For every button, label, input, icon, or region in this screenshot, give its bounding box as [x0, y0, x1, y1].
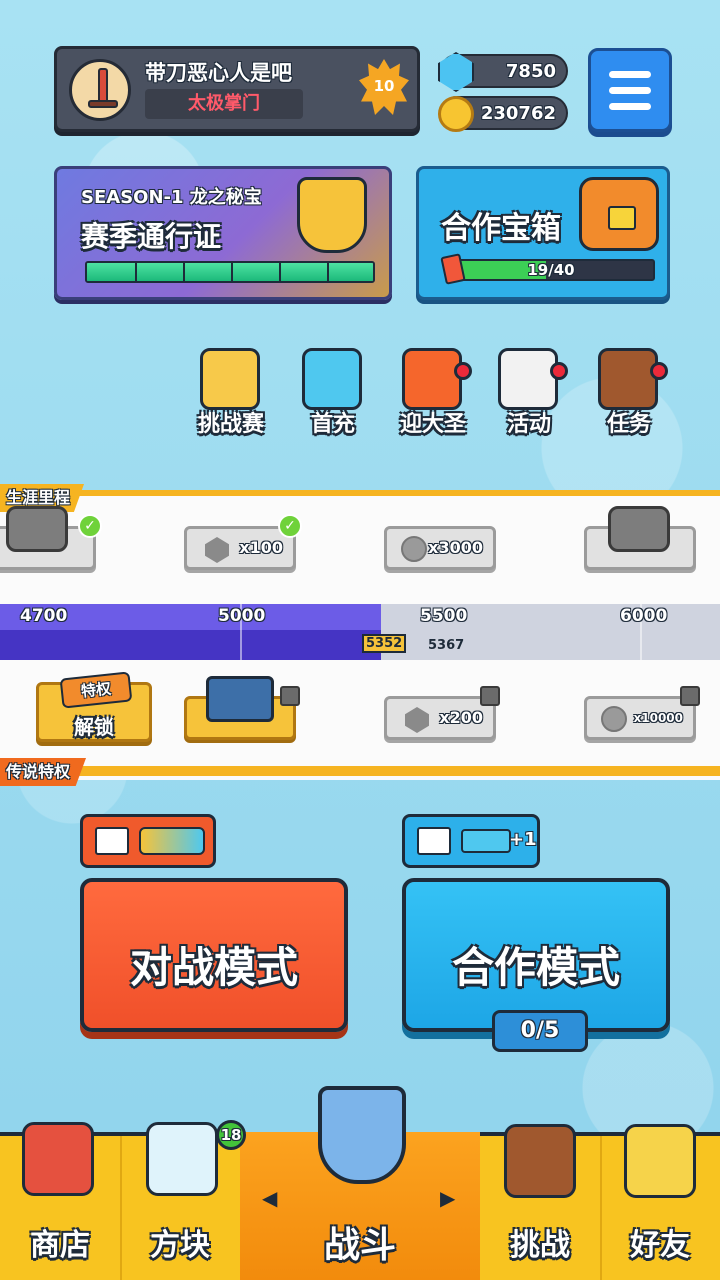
unlock-label: 解锁 [74, 715, 114, 739]
shop-icon [22, 1122, 94, 1196]
coop-reward-tag: +1 [402, 814, 540, 868]
nav-label: 方块 [150, 1228, 210, 1263]
avatar [69, 59, 131, 121]
podium-icon [200, 348, 260, 410]
coop-mode-label: 合作模式 [451, 943, 620, 992]
grey-chest-icon [6, 506, 68, 552]
gem-counter[interactable]: 7850 [438, 52, 568, 92]
activity-tasks[interactable]: 任务 [584, 348, 674, 438]
coin-count: 230762 [480, 103, 556, 124]
menu-button[interactable] [588, 48, 672, 132]
milestone-label: 6000 [620, 606, 668, 626]
gate-icon [402, 348, 462, 410]
coop-count: 0/5 [492, 1010, 588, 1052]
shield-sword-icon [318, 1086, 406, 1184]
battle-mode-label: 对战模式 [129, 943, 298, 992]
treasure-chest-icon [579, 177, 659, 251]
video-icon [417, 827, 451, 855]
season-title: 赛季通行证 [81, 220, 222, 253]
book-icon [598, 348, 658, 410]
friend-character-icon [624, 1124, 696, 1198]
coop-mode-button[interactable]: 合作模式 0/5 [402, 878, 670, 1052]
lock-icon [680, 686, 700, 706]
reward-slot-coin-3000[interactable]: x3000 [384, 526, 496, 570]
reward-amount: x3000 [428, 538, 483, 557]
gem-count: 7850 [505, 61, 556, 82]
legend-privilege-label: 传说特权 [0, 758, 87, 786]
current-score-marker: 5352 [362, 634, 407, 664]
notification-dot [650, 362, 668, 380]
nav-label: 商店 [30, 1228, 90, 1263]
video-icon [95, 827, 129, 855]
menu-icon [609, 71, 651, 78]
gem-icon [205, 537, 229, 563]
privilege-tag: 特权 [59, 671, 133, 709]
nav-label: 挑战 [510, 1228, 570, 1263]
coin-icon [601, 706, 627, 732]
reward-amount: x200 [439, 708, 483, 727]
milestone-label: 4700 [20, 606, 68, 626]
next-score-marker: 5367 [428, 638, 465, 653]
activity-label: 活动 [506, 412, 551, 437]
player-title: 太极掌门 [145, 89, 303, 119]
nav-label: 战斗 [323, 1225, 396, 1266]
coin-icon [438, 96, 474, 132]
reward-amount: x10000 [633, 711, 684, 725]
activity-challenge[interactable]: 挑战赛 [186, 348, 276, 438]
chest-progress-text: 19/40 [527, 261, 575, 279]
activity-events[interactable]: 活动 [484, 348, 574, 438]
player-name: 带刀恶心人是吧 [145, 61, 292, 85]
coin-counter[interactable]: 230762 [438, 96, 568, 132]
reward-amount: x100 [239, 538, 283, 557]
nav-challenge[interactable]: 挑战 [480, 1124, 600, 1280]
gift-icon [302, 348, 362, 410]
chevron-left-icon[interactable]: ◀ [262, 1186, 277, 1210]
activity-first-recharge[interactable]: 首充 [288, 348, 378, 438]
unlock-privilege-button[interactable]: 特权 解锁 [36, 671, 152, 742]
nav-friends[interactable]: 好友 [600, 1124, 720, 1280]
ticket-icon [461, 829, 511, 853]
lock-icon [480, 686, 500, 706]
activity-label: 挑战赛 [197, 412, 264, 437]
activity-label: 迎大圣 [399, 412, 466, 437]
battle-mode-button[interactable]: 对战模式 [80, 878, 348, 1032]
check-icon: ✓ [278, 514, 302, 538]
chevron-right-icon[interactable]: ▶ [440, 1186, 455, 1210]
chest-progress-bar: 19/40 [447, 259, 655, 281]
activity-label: 首充 [310, 412, 355, 437]
document-icon [498, 348, 558, 410]
milestone-label: 5500 [420, 606, 468, 626]
rewards-boost-icon [139, 827, 205, 855]
notification-dot [550, 362, 568, 380]
activity-event-monkey-king[interactable]: 迎大圣 [388, 348, 478, 438]
battle-reward-tag [80, 814, 216, 868]
season-pass-card[interactable]: SEASON-1 龙之秘宝 赛季通行证 [54, 166, 392, 300]
coop-chest-card[interactable]: 合作宝箱 19/40 [416, 166, 670, 300]
level-badge: 10 [359, 59, 409, 115]
nav-shop[interactable]: 商店 [0, 1122, 120, 1280]
signpost-icon [504, 1124, 576, 1198]
card-icon [440, 253, 466, 285]
milestone-label: 5000 [218, 606, 266, 626]
check-icon: ✓ [78, 514, 102, 538]
activity-label: 任务 [606, 412, 651, 437]
lock-icon [280, 686, 300, 706]
player-profile-panel[interactable]: 带刀恶心人是吧 太极掌门 10 [54, 46, 420, 132]
coop-tag-text: +1 [509, 829, 537, 850]
gem-icon [405, 707, 429, 733]
avatar-frame-icon [206, 676, 274, 722]
trophy-icon [297, 177, 367, 253]
nav-blocks[interactable]: 方块 [120, 1122, 240, 1280]
season-progress-bar [85, 261, 375, 283]
chest-title: 合作宝箱 [441, 211, 561, 246]
mystery-block-icon [146, 1122, 218, 1196]
nav-label: 好友 [630, 1228, 690, 1263]
coin-icon [401, 536, 427, 562]
grey-chest-icon [608, 506, 670, 552]
notification-dot [454, 362, 472, 380]
season-subtitle: SEASON-1 龙之秘宝 [81, 187, 262, 208]
